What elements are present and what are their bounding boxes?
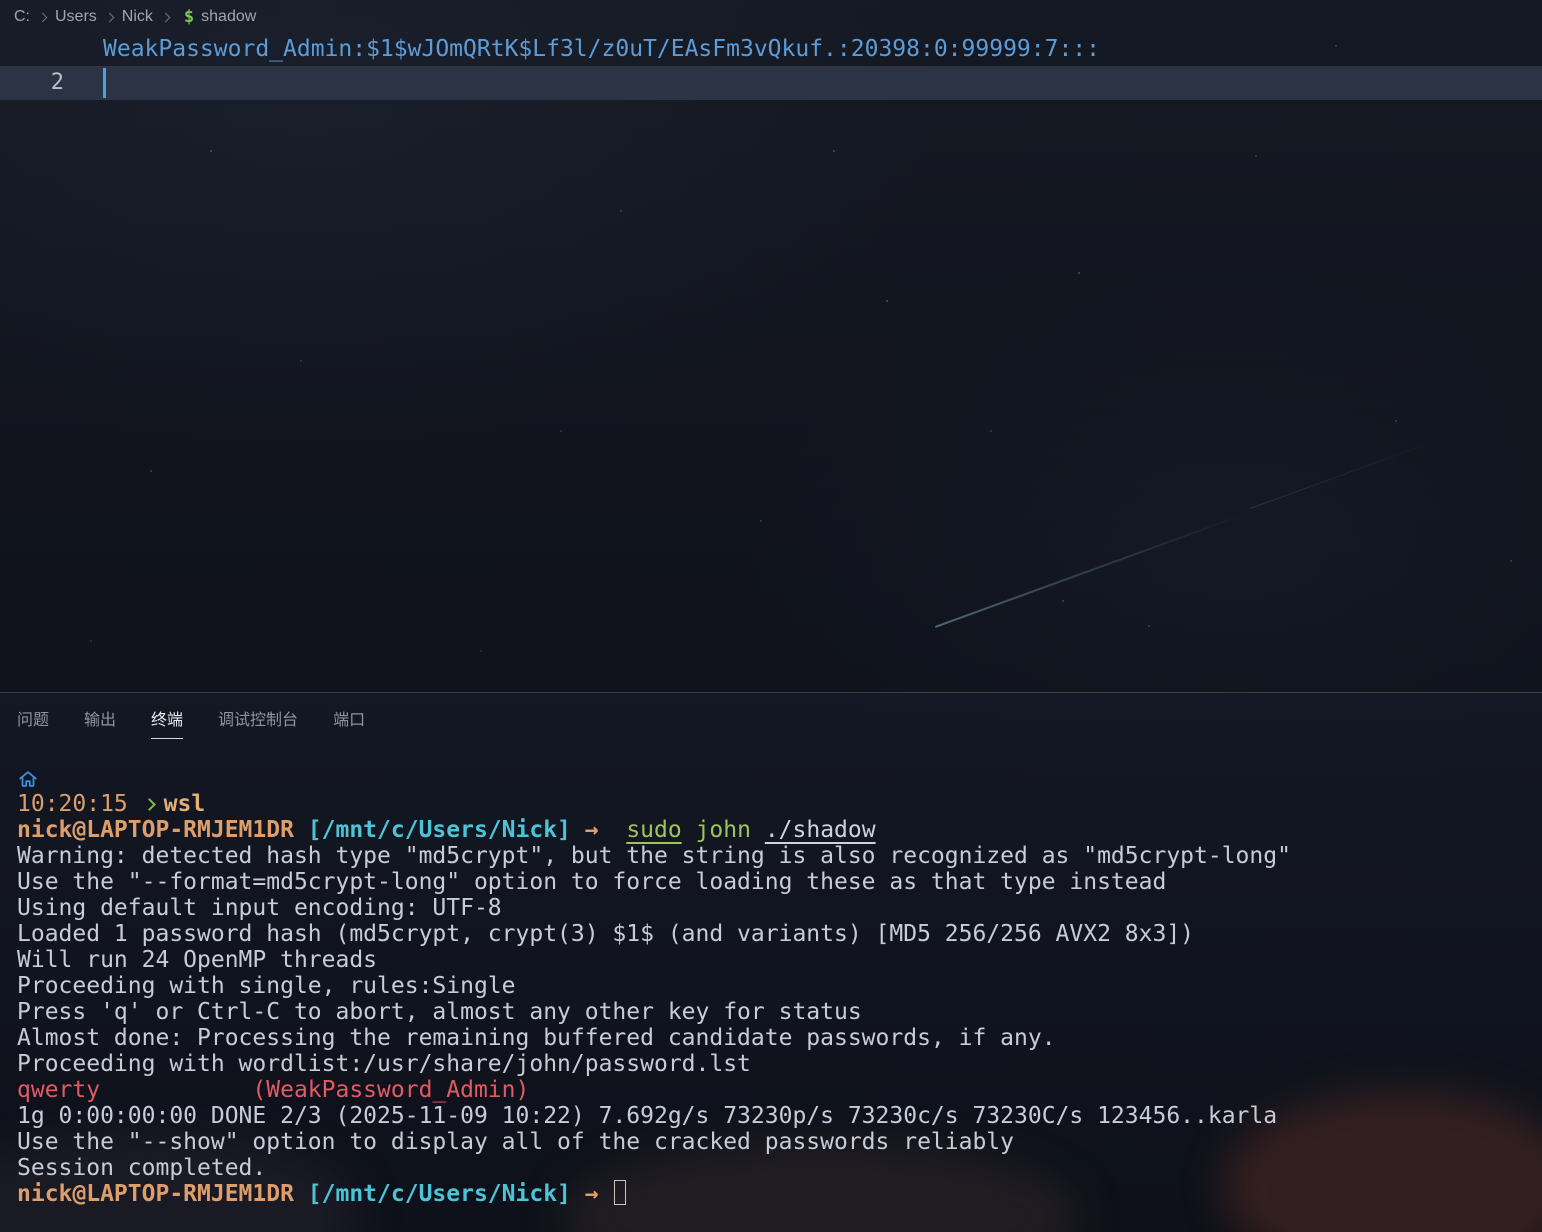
editor-pane[interactable]: C: Users Nick $ shadow WeakPassword_Admi… <box>0 0 1542 692</box>
terminal-text: Using default input encoding: UTF-8 <box>17 895 502 921</box>
shellscript-file-icon: $ <box>184 7 194 27</box>
breadcrumb-item-nick[interactable]: Nick <box>122 8 153 26</box>
terminal-text: Press 'q' or Ctrl-C to abort, almost any… <box>17 999 862 1025</box>
panel-tab-inactive[interactable]: 问题 <box>17 706 49 739</box>
bottom-panel: 问题输出终端调试控制台端口 10:20:15 wslnick@LAPTOP-RM… <box>0 692 1542 1232</box>
terminal-text: Loaded 1 password hash (md5crypt, crypt(… <box>17 921 1194 947</box>
chevron-right-icon <box>104 12 114 22</box>
editor-cursor <box>103 68 106 98</box>
terminal-text: Use the "--show" option to display all o… <box>17 1129 1014 1155</box>
editor-line-1: WeakPassword_Admin:$1$wJOmQRtK$Lf3l/z0uT… <box>103 33 1100 66</box>
panel-tab-inactive[interactable]: 输出 <box>84 706 116 739</box>
john-output-line: Loaded 1 password hash (md5crypt, crypt(… <box>17 921 1542 947</box>
chevron-right-icon <box>38 12 48 22</box>
breadcrumb-item-drive[interactable]: C: <box>14 8 30 26</box>
john-output-line: Warning: detected hash type "md5crypt", … <box>17 843 1542 869</box>
chevron-right-icon <box>160 12 170 22</box>
prompt-command-line: nick@LAPTOP-RMJEM1DR [/mnt/c/Users/Nick]… <box>17 817 1542 843</box>
terminal-text: ./shadow <box>765 817 876 843</box>
terminal[interactable]: 10:20:15 wslnick@LAPTOP-RMJEM1DR [/mnt/c… <box>17 765 1542 1232</box>
john-output-line: Will run 24 OpenMP threads <box>17 947 1542 973</box>
terminal-text: wsl <box>164 791 206 817</box>
terminal-text: 10:20:15 <box>17 791 142 817</box>
john-output-line: Using default input encoding: UTF-8 <box>17 895 1542 921</box>
breadcrumb-item-users[interactable]: Users <box>55 8 97 26</box>
terminal-text: Use the "--format=md5crypt-long" option … <box>17 869 1166 895</box>
john-output-line: Use the "--format=md5crypt-long" option … <box>17 869 1542 895</box>
terminal-text: Warning: detected hash type "md5crypt", … <box>17 843 1291 869</box>
john-output-line: Session completed. <box>17 1155 1542 1181</box>
terminal-text: [/mnt/c/Users/Nick] <box>308 817 585 843</box>
john-output-line: 1g 0:00:00:00 DONE 2/3 (2025-11-09 10:22… <box>17 1103 1542 1129</box>
terminal-text: sudo <box>626 817 681 843</box>
terminal-text <box>751 817 765 843</box>
terminal-text: qwerty (WeakPassword_Admin) <box>17 1077 529 1103</box>
terminal-text <box>612 817 626 843</box>
john-output-line: Use the "--show" option to display all o… <box>17 1129 1542 1155</box>
panel-tab-inactive[interactable]: 端口 <box>333 706 365 739</box>
panel-tabs: 问题 输出 终端 调试控制台 端口 <box>0 693 1542 739</box>
terminal-text: Session completed. <box>17 1155 266 1181</box>
terminal-text <box>682 817 696 843</box>
terminal-text: Will run 24 OpenMP threads <box>17 947 377 973</box>
panel-tab-active[interactable]: 终端 <box>151 706 183 739</box>
john-output-line: Proceeding with single, rules:Single <box>17 973 1542 999</box>
john-output-line: Press 'q' or Ctrl-C to abort, almost any… <box>17 999 1542 1025</box>
home-icon <box>17 768 39 790</box>
terminal-text: 1g 0:00:00:00 DONE 2/3 (2025-11-09 10:22… <box>17 1103 1277 1129</box>
john-output-line: Proceeding with wordlist:/usr/share/john… <box>17 1051 1542 1077</box>
terminal-text: nick@LAPTOP-RMJEM1DR <box>17 817 308 843</box>
terminal-text: → <box>585 817 613 843</box>
terminal-text: Proceeding with single, rules:Single <box>17 973 516 999</box>
terminal-text: → <box>585 1181 613 1207</box>
terminal-text: nick@LAPTOP-RMJEM1DR <box>17 1181 308 1207</box>
line-number-2[interactable]: 2 <box>28 66 64 100</box>
terminal-text: Almost done: Processing the remaining bu… <box>17 1025 1056 1051</box>
terminal-text: [/mnt/c/Users/Nick] <box>308 1181 585 1207</box>
breadcrumb: C: Users Nick $ shadow <box>14 4 256 30</box>
terminal-text: john <box>696 817 751 843</box>
terminal-cursor <box>614 1180 626 1205</box>
panel-tab-inactive[interactable]: 调试控制台 <box>218 706 298 739</box>
prompt-time-line: 10:20:15 wsl <box>17 791 1542 817</box>
breadcrumb-item-file[interactable]: shadow <box>201 8 256 26</box>
terminal-text: Proceeding with wordlist:/usr/share/john… <box>17 1051 751 1077</box>
prompt-chevron-icon <box>143 798 156 811</box>
cracked-password-line: qwerty (WeakPassword_Admin) <box>17 1077 1542 1103</box>
current-line-highlight <box>0 66 1542 100</box>
john-output-line: Almost done: Processing the remaining bu… <box>17 1025 1542 1051</box>
prompt-idle-line: nick@LAPTOP-RMJEM1DR [/mnt/c/Users/Nick]… <box>17 1181 1542 1207</box>
